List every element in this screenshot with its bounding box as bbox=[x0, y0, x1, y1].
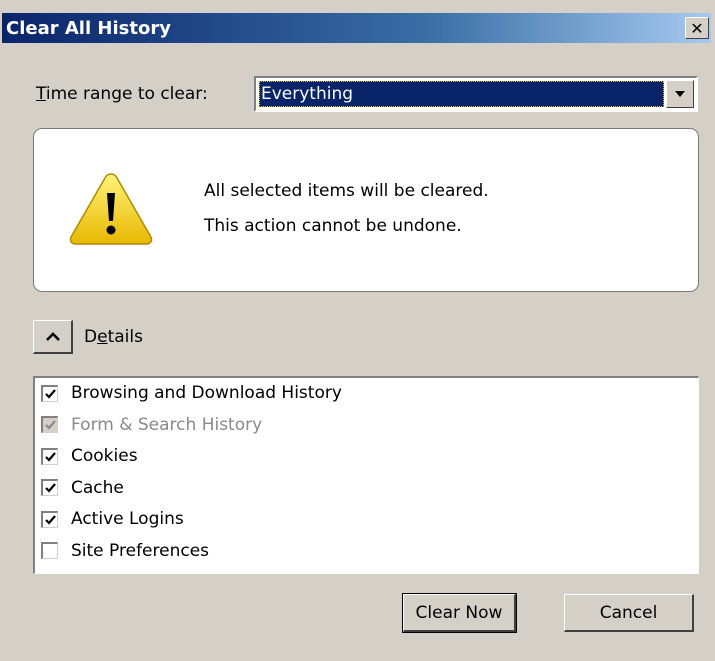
checkbox[interactable] bbox=[41, 510, 58, 528]
checkbox-label: Cookies bbox=[71, 446, 138, 466]
history-item-checkbox[interactable]: Cache bbox=[41, 475, 124, 501]
history-items-list: Browsing and Download History Form & Sear… bbox=[33, 376, 699, 574]
details-label[interactable]: Details bbox=[84, 327, 143, 347]
close-button[interactable]: ✕ bbox=[685, 17, 709, 39]
close-icon: ✕ bbox=[690, 18, 704, 38]
cancel-button[interactable]: Cancel bbox=[564, 594, 694, 632]
time-range-label: Time range to clear: bbox=[36, 84, 208, 104]
history-item-checkbox[interactable]: Cookies bbox=[41, 443, 138, 469]
time-range-selected-value[interactable]: Everything bbox=[259, 81, 664, 107]
checkbox[interactable] bbox=[41, 479, 58, 496]
checkbox-label: Cache bbox=[71, 477, 124, 498]
details-toggle-button[interactable] bbox=[33, 320, 73, 354]
history-item-checkbox[interactable]: Browsing and Download History bbox=[41, 380, 342, 406]
title-bar[interactable]: Clear All History ✕ bbox=[2, 13, 711, 43]
checkbox bbox=[41, 416, 58, 433]
warning-text-line-1: All selected items will be cleared. bbox=[204, 181, 489, 201]
chevron-up-icon bbox=[45, 331, 60, 341]
warning-panel: All selected items will be cleared. This… bbox=[33, 128, 699, 292]
clear-now-button[interactable]: Clear Now bbox=[402, 593, 517, 633]
checkbox-label: Active Logins bbox=[71, 509, 184, 529]
checkbox-label: Site Preferences bbox=[71, 540, 210, 561]
chevron-down-icon bbox=[675, 91, 685, 97]
clear-history-dialog: Clear All History ✕ Time range to clear:… bbox=[0, 0, 715, 661]
checkbox[interactable] bbox=[41, 384, 58, 402]
history-item-checkbox: Form & Search History bbox=[41, 412, 262, 438]
history-item-checkbox[interactable]: Active Logins bbox=[41, 506, 184, 532]
dropdown-button[interactable] bbox=[666, 80, 694, 108]
checkbox-label: Browsing and Download History bbox=[71, 383, 342, 403]
checkbox[interactable] bbox=[41, 447, 58, 465]
time-range-select[interactable]: Everything bbox=[254, 76, 698, 112]
checkbox[interactable] bbox=[41, 542, 58, 559]
warning-icon bbox=[69, 173, 153, 245]
history-item-checkbox[interactable]: Site Preferences bbox=[41, 538, 209, 564]
dialog-title: Clear All History bbox=[6, 18, 171, 39]
checkbox-label: Form & Search History bbox=[71, 414, 263, 435]
warning-text-line-2: This action cannot be undone. bbox=[204, 216, 462, 236]
